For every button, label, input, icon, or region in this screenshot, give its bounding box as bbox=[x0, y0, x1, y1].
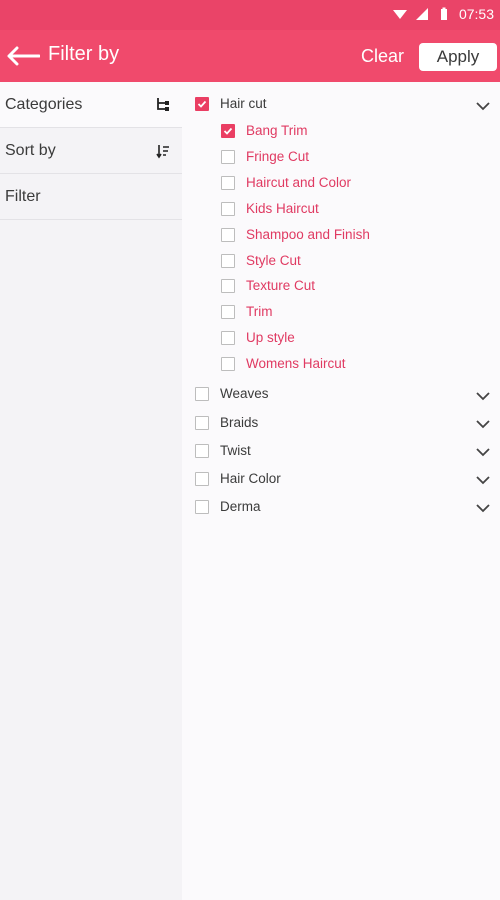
checkbox[interactable] bbox=[221, 330, 235, 345]
tab-label: Categories bbox=[5, 95, 83, 113]
category-label: Twist bbox=[220, 443, 251, 458]
clear-button[interactable]: Clear bbox=[361, 46, 404, 67]
subcategory-label: Trim bbox=[246, 304, 273, 319]
category-row-braids[interactable]: Braids bbox=[195, 415, 258, 430]
checkbox[interactable] bbox=[195, 96, 209, 111]
battery-icon bbox=[440, 7, 447, 20]
chevron-down-icon[interactable] bbox=[476, 391, 490, 401]
checkbox[interactable] bbox=[221, 123, 235, 138]
subcategory-label: Fringe Cut bbox=[246, 149, 310, 164]
checkbox[interactable] bbox=[221, 304, 235, 319]
tab-categories[interactable]: Categories bbox=[0, 82, 182, 128]
subcategory-label: Style Cut bbox=[246, 253, 301, 268]
chevron-down-icon[interactable] bbox=[476, 101, 490, 111]
subcategory-row[interactable]: Trim bbox=[221, 304, 273, 319]
checkbox[interactable] bbox=[221, 149, 235, 164]
check-icon bbox=[197, 100, 207, 108]
subcategory-row[interactable]: Fringe Cut bbox=[221, 149, 309, 164]
subcategory-row[interactable]: Bang Trim bbox=[221, 123, 308, 138]
checkbox[interactable] bbox=[221, 356, 235, 371]
subcategory-label: Bang Trim bbox=[246, 123, 308, 138]
subcategory-row[interactable]: Up style bbox=[221, 330, 295, 345]
signal-icon bbox=[415, 8, 428, 20]
checkbox[interactable] bbox=[195, 499, 209, 514]
tree-icon bbox=[157, 98, 169, 111]
checkbox[interactable] bbox=[221, 175, 235, 190]
subcategory-label: Kids Haircut bbox=[246, 201, 319, 216]
checkbox[interactable] bbox=[195, 386, 209, 401]
checkbox[interactable] bbox=[195, 415, 209, 430]
app-bar: Filter by Clear Apply bbox=[0, 30, 500, 82]
subcategory-row[interactable]: Womens Haircut bbox=[221, 356, 346, 371]
category-label: Weaves bbox=[220, 386, 269, 401]
arrow-left-icon bbox=[7, 46, 40, 66]
subcategory-row[interactable]: Texture Cut bbox=[221, 278, 315, 293]
category-row-derma[interactable]: Derma bbox=[195, 499, 261, 514]
chevron-down-icon[interactable] bbox=[476, 447, 490, 457]
check-icon bbox=[223, 127, 233, 135]
checkbox[interactable] bbox=[221, 201, 235, 216]
subcategory-label: Up style bbox=[246, 330, 295, 345]
filter-tabs-panel: Categories Sort by Filter bbox=[0, 82, 182, 900]
subcategory-row[interactable]: Style Cut bbox=[221, 253, 301, 268]
tab-label: Filter bbox=[5, 187, 41, 205]
status-icons: 07:53 bbox=[392, 6, 494, 22]
page-title: Filter by bbox=[48, 43, 120, 65]
category-row-hair-color[interactable]: Hair Color bbox=[195, 471, 281, 486]
category-row-hair-cut[interactable]: Hair cut bbox=[195, 96, 267, 111]
subcategory-label: Texture Cut bbox=[246, 278, 316, 293]
checkbox[interactable] bbox=[221, 278, 235, 293]
category-label: Hair cut bbox=[220, 96, 267, 111]
subcategory-row[interactable]: Kids Haircut bbox=[221, 201, 319, 216]
category-label: Derma bbox=[220, 499, 261, 514]
tab-label: Sort by bbox=[5, 141, 56, 159]
tab-sort-by[interactable]: Sort by bbox=[0, 128, 182, 174]
category-list: Hair cut Bang Trim Fringe Cut Haircut an… bbox=[182, 82, 500, 900]
chevron-down-icon[interactable] bbox=[476, 419, 490, 429]
checkbox[interactable] bbox=[221, 253, 235, 268]
subcategory-row[interactable]: Haircut and Color bbox=[221, 175, 351, 190]
subcategory-label: Shampoo and Finish bbox=[246, 227, 370, 242]
checkbox[interactable] bbox=[195, 471, 209, 486]
category-row-weaves[interactable]: Weaves bbox=[195, 386, 269, 401]
category-row-twist[interactable]: Twist bbox=[195, 443, 251, 458]
checkbox[interactable] bbox=[221, 227, 235, 242]
subcategory-row[interactable]: Shampoo and Finish bbox=[221, 227, 370, 242]
checkbox[interactable] bbox=[195, 443, 209, 458]
subcategory-label: Womens Haircut bbox=[246, 356, 346, 371]
subcategory-label: Haircut and Color bbox=[246, 175, 352, 190]
category-label: Hair Color bbox=[220, 471, 281, 486]
tab-filter[interactable]: Filter bbox=[0, 174, 182, 220]
status-bar: 07:53 bbox=[0, 0, 500, 30]
chevron-down-icon[interactable] bbox=[476, 503, 490, 513]
sort-icon bbox=[156, 145, 169, 159]
back-button[interactable] bbox=[4, 40, 42, 72]
apply-button[interactable]: Apply bbox=[419, 43, 497, 71]
wifi-icon bbox=[392, 10, 407, 19]
status-time: 07:53 bbox=[458, 6, 494, 22]
chevron-down-icon[interactable] bbox=[476, 475, 490, 485]
category-label: Braids bbox=[220, 415, 259, 430]
